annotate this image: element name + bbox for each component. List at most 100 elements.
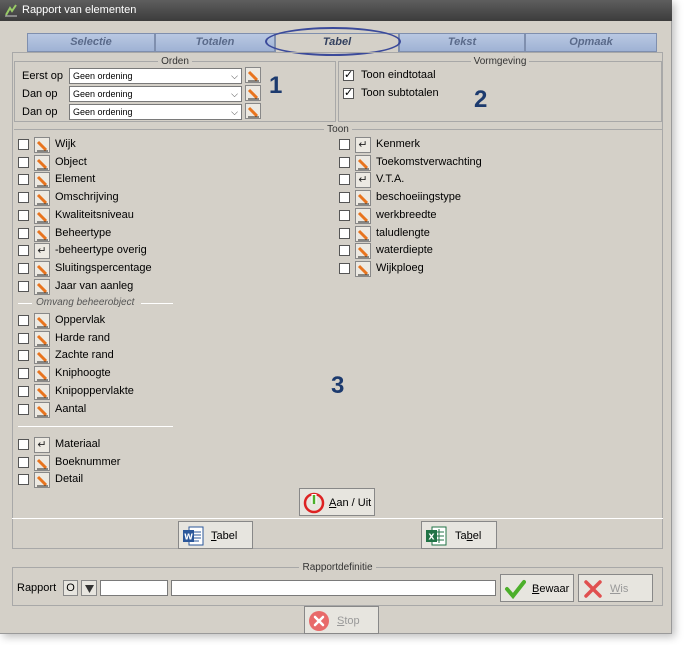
pencil-icon[interactable] (34, 154, 50, 171)
pencil-icon[interactable] (355, 260, 371, 277)
pencil-icon[interactable] (34, 383, 50, 400)
pencil-icon[interactable] (34, 190, 50, 207)
field-checkbox[interactable] (339, 209, 350, 221)
field-checkbox[interactable] (18, 262, 29, 274)
pencil-icon[interactable] (34, 225, 50, 242)
field-checkbox[interactable] (18, 403, 29, 415)
pencil-icon[interactable] (245, 67, 261, 83)
field-checkbox[interactable] (18, 192, 29, 204)
rapport-dropdown-button[interactable] (81, 580, 97, 596)
triangle-down-icon (85, 584, 94, 596)
field-checkbox[interactable] (18, 209, 29, 221)
pencil-icon[interactable] (355, 154, 371, 171)
svg-text:X: X (428, 533, 435, 542)
field-checkbox[interactable] (339, 227, 350, 239)
field-checkbox[interactable] (18, 439, 29, 450)
field-label: Boeknummer (55, 455, 121, 468)
callout-1: 1 (269, 72, 283, 99)
field-checkbox[interactable] (18, 174, 29, 186)
title-bar: Rapport van elementen (0, 0, 672, 21)
return-arrow-icon[interactable]: ↵ (355, 137, 371, 153)
checkbox-toon-eindtotaal[interactable] (343, 68, 354, 81)
wis-button[interactable]: Wis (578, 574, 653, 602)
field-checkbox[interactable] (18, 227, 29, 239)
export-word-button[interactable]: W Tabel (178, 521, 253, 549)
rapport-name-input[interactable] (171, 580, 496, 596)
stop-icon (308, 610, 330, 635)
field-checkbox[interactable] (18, 245, 29, 257)
pencil-icon[interactable] (34, 313, 50, 329)
field-label: Jaar van aanleg (55, 279, 134, 292)
field-label: waterdiepte (376, 244, 433, 257)
checkmark-icon (504, 578, 526, 603)
toon-legend: Toon (327, 124, 349, 135)
pencil-icon[interactable] (34, 472, 50, 489)
pencil-icon[interactable] (34, 454, 50, 471)
field-checkbox[interactable] (339, 192, 350, 204)
field-label: Toekomstverwachting (376, 155, 482, 168)
pencil-icon[interactable] (245, 85, 261, 101)
return-arrow-icon[interactable]: ↵ (34, 243, 50, 260)
field-checkbox[interactable] (18, 385, 29, 397)
field-checkbox[interactable] (18, 456, 29, 468)
sort-select-2[interactable]: Geen ordening ⌵ (69, 86, 242, 102)
field-label: Sluitingspercentage (55, 261, 152, 274)
field-checkbox[interactable] (18, 139, 29, 150)
omvang-label: Omvang beheerobject (36, 297, 135, 308)
pencil-icon[interactable] (355, 243, 371, 260)
pencil-icon[interactable] (355, 207, 371, 224)
field-checkbox[interactable] (18, 315, 29, 326)
return-arrow-icon[interactable]: ↵ (34, 437, 50, 453)
tab-totalen[interactable]: Totalen (155, 33, 275, 52)
field-checkbox[interactable] (18, 474, 29, 486)
sort-label-3: Dan op (22, 106, 58, 118)
pencil-icon[interactable] (245, 103, 261, 119)
return-arrow-icon[interactable]: ↵ (355, 172, 371, 189)
field-checkbox[interactable] (339, 174, 350, 186)
pencil-icon[interactable] (355, 190, 371, 207)
field-checkbox[interactable] (339, 245, 350, 257)
pencil-icon[interactable] (34, 137, 50, 153)
rapport-code-button[interactable]: O (63, 580, 78, 596)
field-checkbox[interactable] (339, 139, 350, 150)
tab-tekst[interactable]: Tekst (399, 33, 525, 52)
field-checkbox[interactable] (18, 350, 29, 362)
sort-select-1[interactable]: Geen ordening ⌵ (69, 68, 242, 84)
aan-uit-button[interactable]: Aan / Uit (299, 488, 375, 516)
rapport-number-input[interactable] (100, 580, 168, 596)
delete-x-icon (582, 578, 604, 603)
export-divider (12, 518, 663, 519)
pencil-icon[interactable] (34, 260, 50, 277)
pencil-icon[interactable] (34, 278, 50, 295)
stop-button[interactable]: Stop (304, 606, 379, 634)
pencil-icon[interactable] (34, 330, 50, 347)
sort-label-1: Eerst op (22, 70, 63, 82)
tab-selectie[interactable]: Selectie (27, 33, 155, 52)
field-label: -beheertype overig (55, 244, 147, 257)
export-excel-button[interactable]: X Tabel (421, 521, 497, 549)
field-label: Aantal (55, 402, 87, 415)
field-checkbox[interactable] (18, 368, 29, 380)
field-checkbox[interactable] (339, 156, 350, 168)
window-title: Rapport van elementen (22, 4, 137, 16)
field-label: Object (55, 155, 87, 168)
field-label: Detail (55, 473, 84, 486)
pencil-icon[interactable] (34, 172, 50, 189)
pencil-icon[interactable] (34, 348, 50, 365)
checkbox-toon-subtotalen[interactable] (343, 86, 354, 99)
field-label: Zachte rand (55, 349, 114, 362)
field-checkbox[interactable] (18, 156, 29, 168)
pencil-icon[interactable] (355, 225, 371, 242)
pencil-icon[interactable] (34, 401, 50, 418)
tab-opmaak[interactable]: Opmaak (525, 33, 657, 52)
field-checkbox[interactable] (339, 262, 350, 274)
bewaar-button[interactable]: Bewaar (500, 574, 574, 602)
pencil-icon[interactable] (34, 207, 50, 224)
pencil-icon[interactable] (34, 366, 50, 383)
field-label: Kenmerk (376, 138, 421, 150)
tab-tabel[interactable]: Tabel (275, 33, 399, 53)
field-label: Knipoppervlakte (55, 384, 134, 397)
field-checkbox[interactable] (18, 332, 29, 344)
sort-select-3[interactable]: Geen ordening ⌵ (69, 104, 242, 120)
field-checkbox[interactable] (18, 280, 29, 292)
